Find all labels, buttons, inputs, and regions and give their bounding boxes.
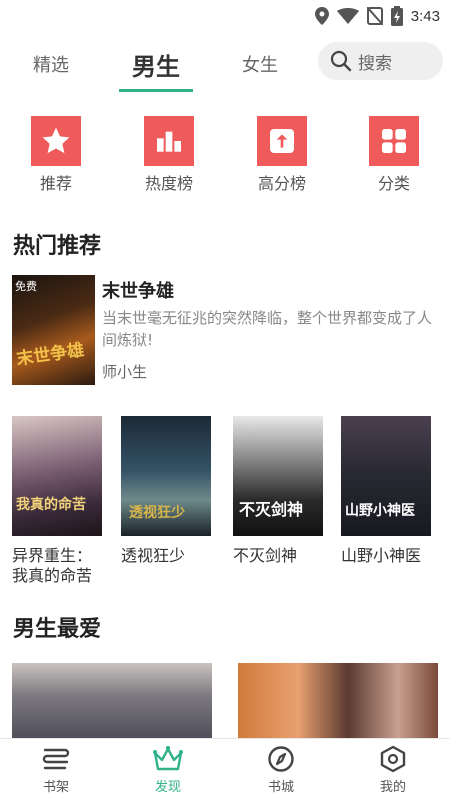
- cover-title-art: 透视狂少: [129, 505, 185, 521]
- category-high-score[interactable]: 高分榜: [242, 116, 322, 194]
- profile-hexagon-icon: [380, 745, 406, 773]
- compass-icon: [268, 746, 294, 772]
- book-title: 透视狂少: [121, 546, 186, 565]
- category-label: 分类: [377, 174, 410, 193]
- book-card[interactable]: 透视狂少 透视狂少: [121, 416, 213, 586]
- nav-label: 书架: [42, 780, 69, 795]
- book-card[interactable]: 不灭剑神 不灭剑神: [233, 416, 325, 586]
- book-cover: 透视狂少: [121, 416, 211, 536]
- tab-male[interactable]: 男生: [119, 36, 193, 92]
- featured-book-author: 师小生: [102, 363, 148, 381]
- favorite-book-cover[interactable]: [238, 663, 438, 743]
- book-cover: 我真的命苦: [12, 416, 102, 536]
- book-cover: 山野小神医: [341, 416, 431, 536]
- book-title: 不灭剑神: [233, 546, 298, 565]
- category-recommend[interactable]: 推荐: [16, 116, 96, 194]
- bookshelf-icon: [42, 748, 70, 770]
- bar-chart-icon: [157, 131, 181, 152]
- grid-icon: [382, 129, 406, 153]
- favorites-section-title: 男生最爱: [13, 617, 102, 642]
- book-card[interactable]: 我真的命苦 异界重生：我真的命苦啊: [12, 416, 104, 586]
- category-row: 推荐 热度榜 高分榜 分类: [0, 116, 450, 196]
- category-label: 热度榜: [144, 174, 193, 193]
- wifi-icon: [336, 8, 359, 24]
- nav-bookstore[interactable]: 书城: [246, 745, 316, 795]
- category-classify[interactable]: 分类: [354, 116, 434, 194]
- category-label: 高分榜: [257, 174, 306, 193]
- status-time: 3:43: [410, 7, 440, 25]
- status-bar: 3:43: [0, 0, 450, 32]
- favorite-book-cover[interactable]: [12, 663, 212, 743]
- top-tab-bar: 精选 男生 女生 搜索: [0, 36, 450, 92]
- nav-label: 我的: [379, 780, 406, 795]
- crown-icon: [153, 746, 183, 771]
- arrow-up-icon: [270, 129, 294, 153]
- location-icon: [314, 7, 329, 25]
- tab-featured[interactable]: 精选: [16, 36, 86, 92]
- no-sim-icon: [366, 7, 383, 25]
- featured-book-description: 当末世毫无征兆的突然降临，整个世界都变成了人间炼狱!: [102, 309, 433, 349]
- cover-title-art: 末世争雄: [15, 340, 86, 370]
- category-hot-ranking[interactable]: 热度榜: [129, 116, 209, 194]
- book-cover: 不灭剑神: [233, 416, 323, 536]
- search-box[interactable]: 搜索: [318, 42, 443, 80]
- book-title: 异界重生：我真的命苦啊: [12, 546, 93, 585]
- nav-discover[interactable]: 发现: [133, 745, 203, 795]
- bottom-nav: 书架 发现 书城 我的: [0, 738, 450, 800]
- nav-label: 书城: [267, 780, 294, 795]
- tab-female[interactable]: 女生: [225, 36, 295, 92]
- nav-label: 发现: [154, 780, 181, 795]
- hot-section-title: 热门推荐: [13, 234, 102, 259]
- book-card[interactable]: 山野小神医 山野小神医: [341, 416, 433, 586]
- nav-bookshelf[interactable]: 书架: [21, 745, 91, 795]
- battery-charging-icon: [390, 6, 403, 26]
- featured-book-title: 末世争雄: [102, 281, 174, 302]
- cover-title-art: 我真的命苦: [16, 497, 86, 513]
- star-icon: [42, 127, 70, 154]
- category-label: 推荐: [39, 174, 72, 193]
- nav-profile[interactable]: 我的: [358, 745, 428, 795]
- cover-title-art: 山野小神医: [345, 503, 415, 519]
- status-icons: 3:43: [314, 6, 440, 26]
- cover-title-art: 不灭剑神: [239, 500, 304, 519]
- search-placeholder: 搜索: [358, 53, 392, 74]
- featured-book[interactable]: 免费 末世争雄 末世争雄 当末世毫无征兆的突然降临，整个世界都变成了人间炼狱! …: [12, 275, 442, 387]
- search-icon: [330, 50, 352, 72]
- featured-book-cover: 免费 末世争雄: [12, 275, 95, 385]
- cover-tag: 免费: [15, 280, 37, 293]
- book-title: 山野小神医: [341, 546, 422, 565]
- active-tab-indicator: [119, 89, 193, 92]
